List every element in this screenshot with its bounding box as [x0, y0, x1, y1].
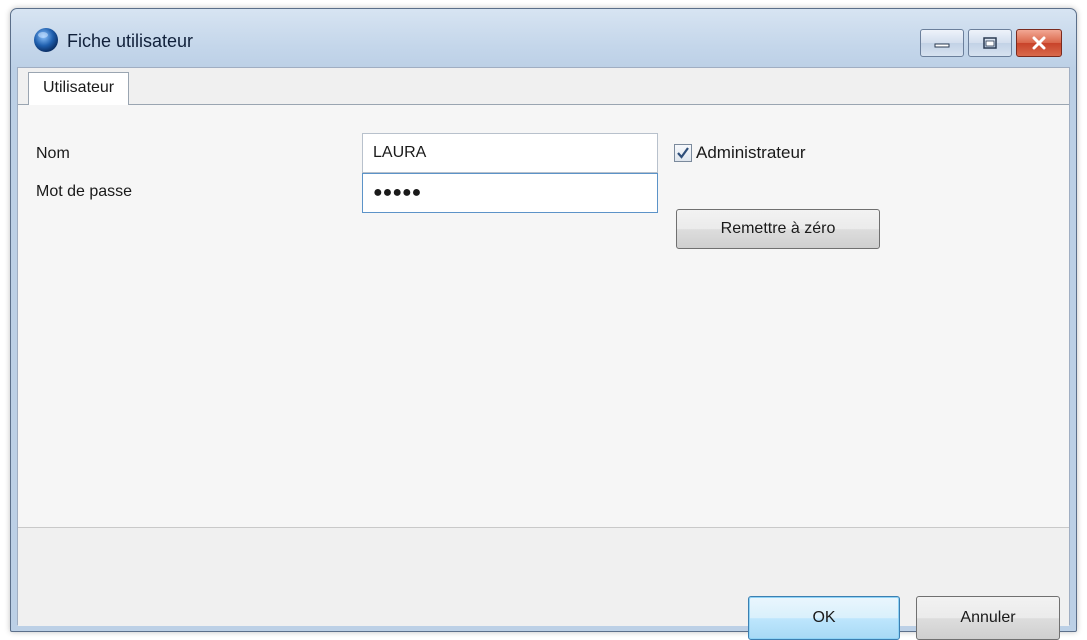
cancel-button[interactable]: Annuler [916, 596, 1060, 640]
reset-button[interactable]: Remettre à zéro [676, 209, 880, 249]
password-field[interactable] [362, 173, 658, 213]
name-label: Nom [36, 145, 70, 162]
minimize-button[interactable] [920, 29, 964, 57]
checkmark-icon [677, 147, 689, 159]
window-title: Fiche utilisateur [67, 31, 194, 51]
ok-button[interactable]: OK [748, 596, 900, 640]
tab-strip: Utilisateur [18, 68, 1069, 105]
tab-utilisateur[interactable]: Utilisateur [28, 72, 130, 105]
close-button[interactable] [1016, 29, 1062, 57]
admin-checkbox-group[interactable]: Administrateur [674, 143, 806, 163]
admin-checkbox[interactable] [674, 144, 692, 162]
dialog-client-area: Utilisateur Nom Administrateur Mot de pa… [17, 67, 1070, 640]
name-field[interactable] [362, 133, 658, 173]
title-bar[interactable]: Fiche utilisateur [11, 9, 1076, 67]
password-label: Mot de passe [36, 183, 133, 200]
globe-icon [34, 28, 58, 52]
dialog-window: Fiche utilisateur Utilisateur Nom LAURA … [10, 8, 1077, 640]
maximize-icon [983, 37, 997, 49]
close-icon [1032, 36, 1046, 50]
dialog-footer: OK Annuler [18, 528, 1069, 640]
tab-panel-utilisateur: Nom Administrateur Mot de passe Remettre… [18, 104, 1069, 528]
caption-buttons [920, 29, 1062, 57]
admin-checkbox-label: Administrateur [696, 143, 806, 162]
minimize-icon [934, 43, 950, 48]
maximize-button[interactable] [968, 29, 1012, 57]
